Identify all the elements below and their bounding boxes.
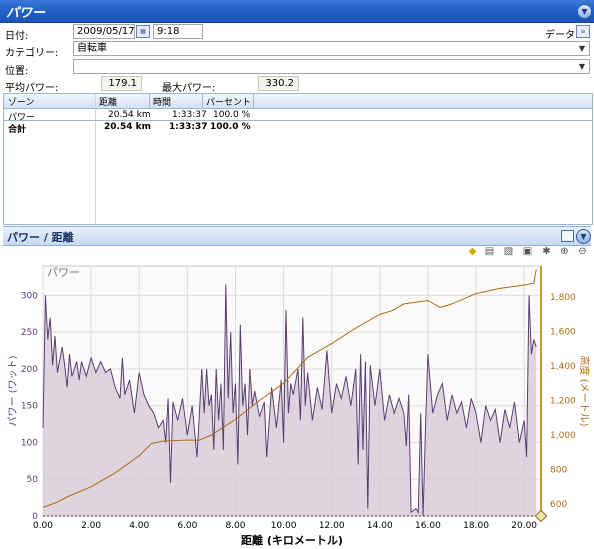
x-tick-label: 16.00 bbox=[415, 521, 441, 531]
x-tick-label: 10.00 bbox=[271, 521, 297, 531]
y-tick-label: 50 bbox=[27, 475, 39, 485]
date-label: 日付: bbox=[5, 31, 29, 42]
y2-tick-label: 1,200 bbox=[550, 396, 576, 406]
y-tick-label: 150 bbox=[21, 402, 38, 412]
max-power-value: 330.2 bbox=[258, 76, 299, 91]
location-label: 位置: bbox=[5, 66, 29, 77]
x-tick-label: 20.00 bbox=[511, 521, 537, 531]
total-time: 1:33:37 bbox=[169, 122, 208, 132]
column-header-zone[interactable]: ゾーン bbox=[8, 95, 35, 108]
max-power-label: 最大パワー: bbox=[162, 83, 216, 94]
avg-power-value: 179.1 bbox=[101, 76, 142, 91]
chart-panel-title: パワー / 距離 bbox=[7, 231, 74, 244]
x-tick-label: 18.00 bbox=[463, 521, 489, 531]
column-header-distance[interactable]: 距離 bbox=[99, 95, 117, 108]
total-zone: 合計 bbox=[8, 125, 27, 135]
category-label: カテゴリー: bbox=[5, 48, 59, 59]
x-tick-label: 6.00 bbox=[177, 521, 197, 531]
y-tick-label: 0 bbox=[32, 512, 38, 522]
y2-tick-label: 600 bbox=[550, 500, 567, 510]
x-tick-label: 4.00 bbox=[129, 521, 149, 531]
settings-icon[interactable]: ✱ bbox=[541, 246, 552, 257]
y-tick-label: 300 bbox=[21, 291, 38, 301]
chevron-down-icon: ▼ bbox=[578, 62, 585, 71]
x-tick-label: 8.00 bbox=[225, 521, 245, 531]
chart-panel-header: パワー / 距離 ▼ bbox=[3, 226, 591, 246]
panel-layout-icon[interactable] bbox=[561, 230, 574, 242]
power-distance-chart[interactable]: 0.00 2.00 4.00 6.00 8.00 10.00 12.00 14.00 16.00… bbox=[3, 262, 591, 547]
y2-tick-label: 1,800 bbox=[550, 293, 576, 303]
y-tick-label: 250 bbox=[21, 328, 38, 338]
chevron-down-icon: ▼ bbox=[578, 44, 585, 53]
column-header-time[interactable]: 時間 bbox=[153, 95, 171, 108]
diamond-marker-icon[interactable]: ◆ bbox=[467, 246, 478, 257]
x-tick-label: 14.00 bbox=[367, 521, 393, 531]
column-header-percent[interactable]: パーセント bbox=[206, 95, 251, 108]
y-tick-label: 200 bbox=[21, 365, 38, 375]
calendar-icon[interactable]: ▦ bbox=[136, 25, 150, 38]
time-field[interactable]: 9:18 bbox=[153, 24, 203, 39]
row-time: 1:33:37 bbox=[172, 110, 207, 120]
y2-tick-label: 1,000 bbox=[550, 431, 576, 441]
total-distance: 20.54 km bbox=[104, 122, 151, 132]
data-icon[interactable]: ≡ bbox=[576, 25, 590, 38]
zoom-in-icon[interactable]: ⊕ bbox=[559, 246, 570, 257]
row-distance: 20.54 km bbox=[108, 110, 151, 120]
avg-power-label: 平均パワー: bbox=[5, 83, 59, 94]
list-view-icon[interactable]: ▤ bbox=[484, 246, 495, 257]
y2-tick-label: 1,400 bbox=[550, 362, 576, 372]
location-dropdown[interactable]: ▼ bbox=[73, 59, 590, 74]
window-title: パワー bbox=[6, 6, 46, 21]
y2-tick-label: 1,600 bbox=[550, 328, 576, 338]
x-tick-label: 0.00 bbox=[33, 521, 53, 531]
table-header: ゾーン 距離 時間 パーセント bbox=[4, 94, 592, 109]
chart-view-icon[interactable]: ▧ bbox=[503, 246, 514, 257]
row-percent: 100.0 % bbox=[213, 110, 251, 120]
collapse-chart-icon[interactable]: ▼ bbox=[576, 229, 591, 244]
category-dropdown[interactable]: 自転車 ▼ bbox=[73, 41, 590, 56]
window-titlebar: パワー ▼ bbox=[0, 0, 594, 23]
y2-axis-title: 高度 (メートル) bbox=[578, 356, 591, 427]
total-percent: 100.0 % bbox=[210, 122, 251, 132]
y-axis-title: パワー (ワット) bbox=[7, 355, 19, 426]
x-tick-label: 12.00 bbox=[319, 521, 345, 531]
chart-inner-title: パワー bbox=[47, 266, 80, 279]
x-axis-title: 距離 (キロメートル) bbox=[241, 533, 343, 546]
y-tick-label: 100 bbox=[21, 438, 38, 448]
save-icon[interactable]: ▣ bbox=[522, 246, 533, 257]
x-tick-label: 2.00 bbox=[81, 521, 101, 531]
date-field[interactable]: 2009/05/17 bbox=[73, 24, 135, 39]
zoom-out-icon[interactable]: ⊖ bbox=[577, 246, 588, 257]
collapse-panel-icon[interactable]: ▼ bbox=[577, 4, 592, 19]
y2-tick-label: 800 bbox=[550, 465, 567, 475]
data-label[interactable]: データ bbox=[545, 26, 575, 41]
zone-table: ゾーン 距離 時間 パーセント パワー 20.54 km 1:33:37 100… bbox=[3, 93, 593, 225]
chart-svg[interactable]: 0.00 2.00 4.00 6.00 8.00 10.00 12.00 14.00 16.00… bbox=[3, 262, 591, 547]
